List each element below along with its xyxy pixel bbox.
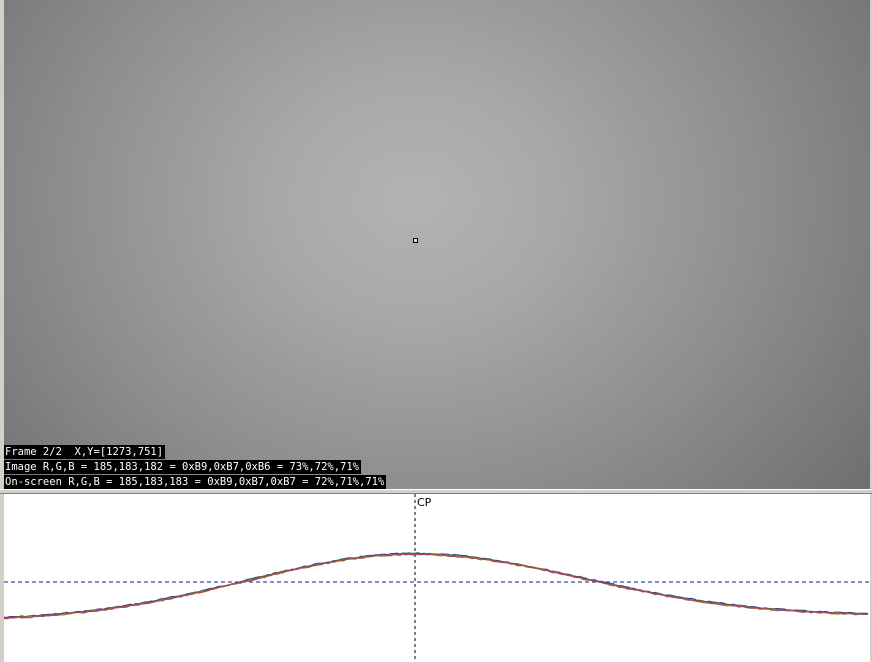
image-view[interactable]: Frame 2/2 X,Y=[1273,751] Image R,G,B = 1… (4, 0, 870, 489)
window-frame: Frame 2/2 X,Y=[1273,751] Image R,G,B = 1… (0, 0, 872, 662)
profile-plot (4, 494, 870, 662)
profile-curve-blue (4, 552, 869, 618)
center-point-label: CP (417, 496, 432, 509)
profile-curve-green (4, 552, 868, 620)
profile-curve-red (4, 553, 869, 620)
frame-coordinates-readout: Frame 2/2 X,Y=[1273,751] (4, 445, 166, 459)
cursor-marker-icon (413, 238, 418, 243)
intensity-profile-panel[interactable]: CP (4, 494, 870, 662)
image-rgb-readout: Image R,G,B = 185,183,182 = 0xB9,0xB7,0x… (4, 460, 362, 474)
onscreen-rgb-readout: On-screen R,G,B = 185,183,183 = 0xB9,0xB… (4, 475, 387, 489)
